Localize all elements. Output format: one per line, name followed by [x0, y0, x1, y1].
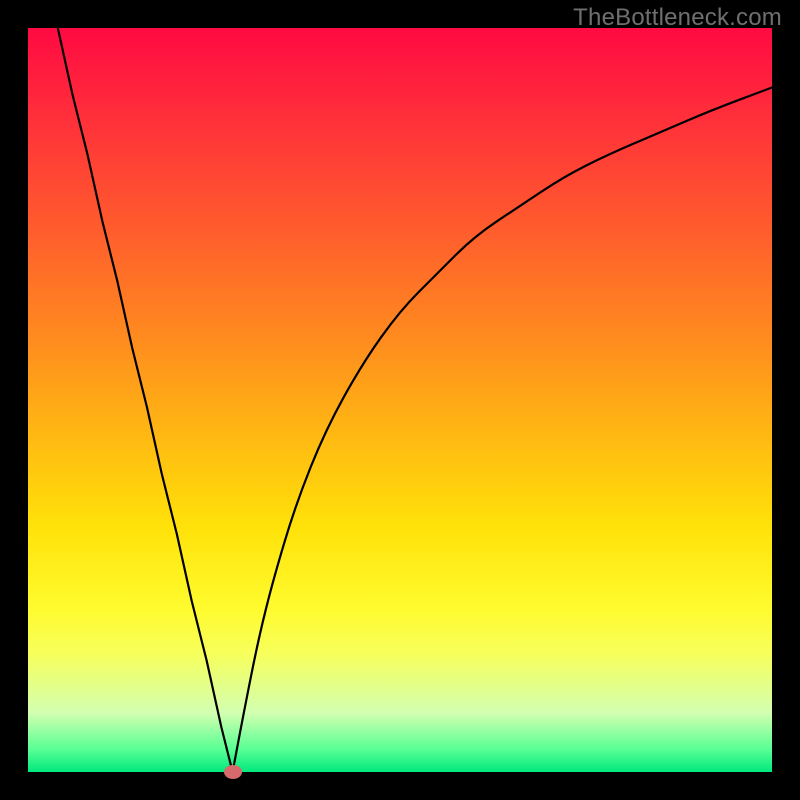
curve-path [58, 28, 772, 772]
plot-area [28, 28, 772, 772]
bottleneck-curve [28, 28, 772, 772]
watermark-text: TheBottleneck.com [573, 4, 782, 32]
chart-frame: TheBottleneck.com [0, 0, 800, 800]
cusp-marker [224, 765, 242, 779]
